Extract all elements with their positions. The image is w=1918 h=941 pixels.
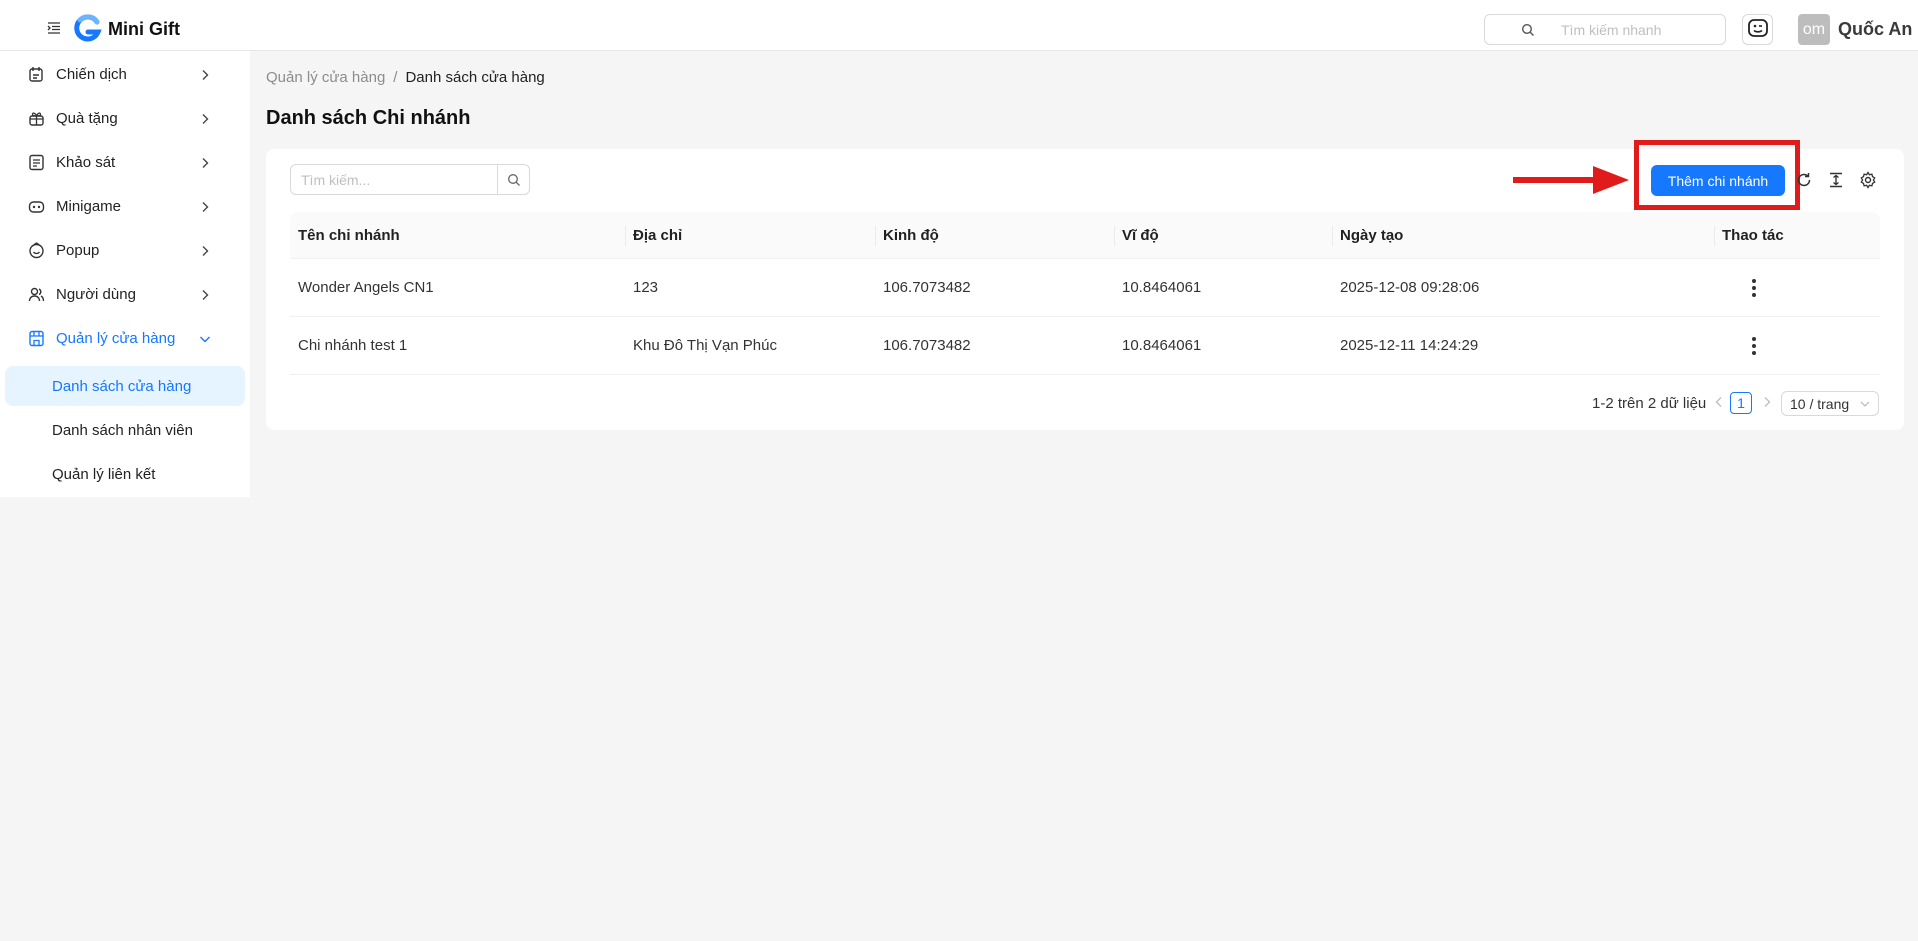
survey-icon bbox=[28, 154, 45, 171]
app-name: Mini Gift bbox=[108, 19, 180, 39]
cell-longitude: 106.7073482 bbox=[883, 279, 971, 296]
branch-list-card: Thêm chi nhánh Tên chi nhánh Địa chỉ Kin… bbox=[266, 140, 1904, 430]
more-vertical-icon[interactable] bbox=[1744, 277, 1764, 299]
page-number-current[interactable]: 1 bbox=[1730, 392, 1752, 414]
chevron-down-icon bbox=[199, 332, 211, 344]
quick-search-input[interactable] bbox=[1561, 20, 1721, 40]
chevron-right-icon bbox=[199, 68, 211, 80]
chevron-right-icon bbox=[199, 112, 211, 124]
sidebar-item-users[interactable]: Người dùng bbox=[0, 276, 250, 312]
column-divider bbox=[1332, 226, 1333, 246]
page-size-value: 10 / trang bbox=[1790, 396, 1850, 412]
column-header: Tên chi nhánh bbox=[298, 227, 400, 244]
table-header: Tên chi nhánh Địa chỉ Kinh độ Vĩ độ Ngày… bbox=[290, 212, 1880, 259]
page-title: Danh sách Chi nhánh bbox=[266, 107, 471, 129]
sidebar-item-label: Người dùng bbox=[56, 286, 136, 303]
pagination-total: 1-2 trên 2 dữ liệu bbox=[1592, 395, 1707, 412]
chevron-left-icon[interactable] bbox=[1712, 395, 1726, 411]
sidebar-subitem-label: Quản lý liên kết bbox=[52, 466, 156, 483]
sidebar-item-minigame[interactable]: Minigame bbox=[0, 188, 250, 224]
search-icon bbox=[1521, 23, 1535, 37]
avatar[interactable]: om bbox=[1798, 14, 1830, 45]
chevron-right-icon bbox=[199, 156, 211, 168]
column-header: Địa chỉ bbox=[633, 227, 683, 244]
assistant-button[interactable] bbox=[1742, 14, 1773, 45]
branch-search-box[interactable] bbox=[290, 164, 530, 195]
sidebar-item-campaigns[interactable]: Chiến dịch bbox=[0, 56, 250, 92]
menu-collapse-icon[interactable] bbox=[47, 21, 61, 35]
branch-search-input[interactable] bbox=[301, 170, 491, 190]
sidebar-subitem-label: Danh sách cửa hàng bbox=[52, 378, 192, 395]
sidebar-subitem-label: Danh sách nhân viên bbox=[52, 422, 193, 439]
sidebar-item-label: Chiến dịch bbox=[56, 66, 127, 83]
cell-latitude: 10.8464061 bbox=[1122, 279, 1202, 296]
column-header: Ngày tạo bbox=[1340, 227, 1404, 244]
cell-address: Khu Đô Thị Vạn Phúc bbox=[633, 337, 777, 354]
settings-icon[interactable] bbox=[1859, 171, 1877, 189]
sidebar-item-gifts[interactable]: Quà tặng bbox=[0, 100, 250, 136]
cell-branch-name: Wonder Angels CN1 bbox=[298, 279, 434, 296]
gift-icon bbox=[28, 110, 45, 127]
column-divider bbox=[875, 226, 876, 246]
sidebar-subitem-store-list[interactable]: Danh sách cửa hàng bbox=[5, 366, 245, 406]
cell-longitude: 106.7073482 bbox=[883, 337, 971, 354]
store-icon bbox=[28, 330, 45, 347]
annotation-arrow-icon bbox=[1513, 166, 1629, 194]
game-icon bbox=[28, 198, 45, 215]
column-header: Thao tác bbox=[1722, 227, 1784, 244]
add-branch-button[interactable]: Thêm chi nhánh bbox=[1651, 165, 1785, 196]
robot-icon bbox=[1747, 17, 1769, 42]
breadcrumb-current: Danh sách cửa hàng bbox=[405, 69, 545, 86]
chevron-right-icon bbox=[199, 288, 211, 300]
chevron-right-icon[interactable] bbox=[1760, 395, 1774, 411]
column-divider bbox=[1714, 226, 1715, 246]
sidebar-item-store-management[interactable]: Quản lý cửa hàng bbox=[0, 320, 250, 356]
sidebar-item-popup[interactable]: Popup bbox=[0, 232, 250, 268]
sidebar-item-label: Khảo sát bbox=[56, 154, 116, 171]
chevron-right-icon bbox=[199, 200, 211, 212]
chevron-right-icon bbox=[199, 244, 211, 256]
sidebar-item-label: Quản lý cửa hàng bbox=[56, 330, 176, 347]
cell-latitude: 10.8464061 bbox=[1122, 337, 1202, 354]
cell-created-date: 2025-12-11 14:24:29 bbox=[1340, 337, 1479, 354]
users-icon bbox=[28, 286, 45, 303]
breadcrumb: Quản lý cửa hàng / Danh sách cửa hàng bbox=[266, 69, 545, 86]
sidebar-subitem-link-management[interactable]: Quản lý liên kết bbox=[5, 454, 245, 494]
sidebar-item-surveys[interactable]: Khảo sát bbox=[0, 144, 250, 180]
search-icon bbox=[507, 173, 520, 186]
quick-search-box[interactable] bbox=[1484, 14, 1726, 45]
cell-created-date: 2025-12-08 09:28:06 bbox=[1340, 279, 1480, 296]
column-height-icon[interactable] bbox=[1827, 171, 1845, 189]
cell-address: 123 bbox=[633, 279, 659, 296]
top-header: Mini Gift om Quốc An bbox=[0, 0, 1918, 51]
table-row: Wonder Angels CN1 123 106.7073482 10.846… bbox=[290, 259, 1880, 317]
column-header: Kinh độ bbox=[883, 227, 939, 244]
page-size-select[interactable]: 10 / trang bbox=[1781, 391, 1879, 416]
more-vertical-icon[interactable] bbox=[1744, 335, 1764, 357]
user-name[interactable]: Quốc An bbox=[1838, 19, 1912, 40]
breadcrumb-separator: / bbox=[393, 69, 398, 86]
sidebar-item-label: Minigame bbox=[56, 198, 122, 215]
sidebar-empty-area bbox=[0, 497, 250, 941]
breadcrumb-parent[interactable]: Quản lý cửa hàng bbox=[266, 69, 385, 86]
campaign-icon bbox=[28, 66, 45, 83]
sidebar-subitem-staff-list[interactable]: Danh sách nhân viên bbox=[5, 410, 245, 450]
column-header: Vĩ độ bbox=[1122, 227, 1159, 244]
cell-branch-name: Chi nhánh test 1 bbox=[298, 337, 408, 354]
popup-icon bbox=[28, 242, 45, 259]
column-divider bbox=[625, 226, 626, 246]
reload-icon[interactable] bbox=[1795, 171, 1813, 189]
chevron-down-icon bbox=[1860, 401, 1870, 407]
table-row: Chi nhánh test 1 Khu Đô Thị Vạn Phúc 106… bbox=[290, 317, 1880, 375]
sidebar-item-label: Popup bbox=[56, 242, 100, 259]
sidebar-item-label: Quà tặng bbox=[56, 110, 118, 127]
search-button[interactable] bbox=[497, 164, 529, 195]
logo-icon bbox=[72, 14, 102, 44]
column-divider bbox=[1114, 226, 1115, 246]
